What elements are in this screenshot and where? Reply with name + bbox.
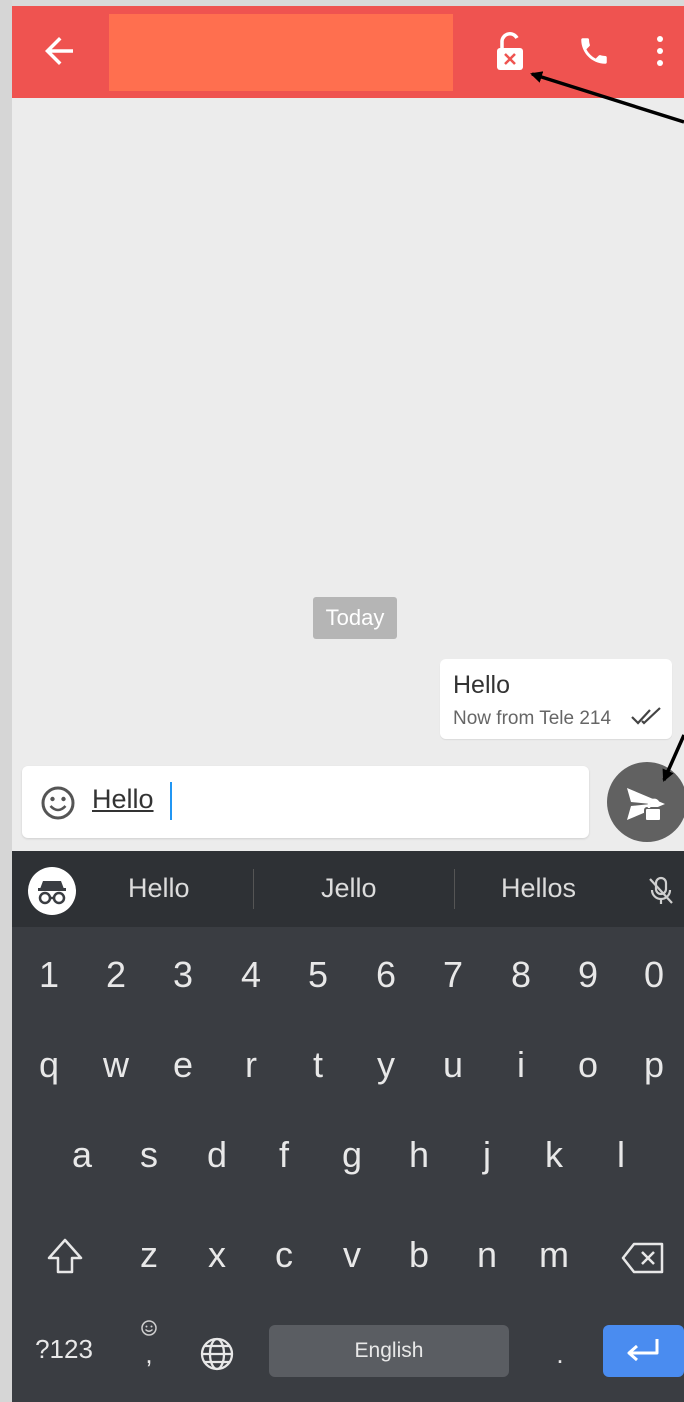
message-input[interactable]: Hello [92, 784, 154, 815]
key-4[interactable]: 4 [221, 954, 281, 996]
conversation-title-redacted [109, 14, 453, 91]
key-l[interactable]: l [591, 1134, 651, 1176]
key-o[interactable]: o [558, 1044, 618, 1086]
key-i[interactable]: i [491, 1044, 551, 1086]
enter-key[interactable] [603, 1325, 684, 1377]
key-period[interactable]: . [530, 1339, 590, 1370]
key-comma[interactable]: , [119, 1339, 179, 1370]
key-3[interactable]: 3 [153, 954, 213, 996]
globe-icon[interactable] [199, 1336, 235, 1372]
key-h[interactable]: h [389, 1134, 449, 1176]
key-g[interactable]: g [322, 1134, 382, 1176]
suggestion-divider [454, 869, 455, 909]
key-symbols[interactable]: ?123 [26, 1334, 102, 1365]
key-u[interactable]: u [423, 1044, 483, 1086]
suggestion-divider [253, 869, 254, 909]
key-r[interactable]: r [221, 1044, 281, 1086]
key-n[interactable]: n [457, 1234, 517, 1276]
suggestion-strip: Hello Jello Hellos [12, 851, 684, 927]
key-8[interactable]: 8 [491, 954, 551, 996]
key-j[interactable]: j [457, 1134, 517, 1176]
unlock-x-icon[interactable] [494, 30, 526, 72]
incognito-icon[interactable] [28, 867, 76, 915]
emoji-small-icon [141, 1320, 157, 1336]
backspace-icon[interactable] [620, 1241, 666, 1275]
key-a[interactable]: a [52, 1134, 112, 1176]
phone-screen: Today Hello Now from Tele 214 Hello Hell… [12, 6, 684, 1402]
key-x[interactable]: x [187, 1234, 247, 1276]
text-cursor [170, 782, 172, 820]
arrow-back-icon[interactable] [38, 30, 80, 72]
message-composer: Hello [22, 766, 589, 838]
message-meta: Now from Tele 214 [453, 708, 612, 729]
date-chip: Today [313, 597, 397, 639]
screenshot-left-border [0, 0, 12, 1402]
key-b[interactable]: b [389, 1234, 449, 1276]
key-y[interactable]: y [356, 1044, 416, 1086]
suggestion-item[interactable]: Hello [128, 873, 190, 904]
key-c[interactable]: c [254, 1234, 314, 1276]
key-k[interactable]: k [524, 1134, 584, 1176]
key-6[interactable]: 6 [356, 954, 416, 996]
key-5[interactable]: 5 [288, 954, 348, 996]
send-button[interactable] [607, 762, 684, 842]
key-9[interactable]: 9 [558, 954, 618, 996]
space-bar[interactable]: English [269, 1325, 509, 1377]
message-text: Hello [453, 671, 510, 699]
send-lock-icon [627, 788, 665, 822]
key-e[interactable]: e [153, 1044, 213, 1086]
key-p[interactable]: p [624, 1044, 684, 1086]
smiley-icon[interactable] [40, 785, 76, 821]
key-0[interactable]: 0 [624, 954, 684, 996]
key-d[interactable]: d [187, 1134, 247, 1176]
mic-off-icon[interactable] [646, 875, 676, 907]
key-q[interactable]: q [19, 1044, 79, 1086]
key-f[interactable]: f [254, 1134, 314, 1176]
key-m[interactable]: m [524, 1234, 584, 1276]
key-t[interactable]: t [288, 1044, 348, 1086]
key-1[interactable]: 1 [19, 954, 79, 996]
key-z[interactable]: z [119, 1234, 179, 1276]
suggestion-item[interactable]: Jello [321, 873, 377, 904]
soft-keyboard: Hello Jello Hellos 1 2 3 4 5 6 7 8 9 0 q… [12, 851, 684, 1402]
double-check-icon [631, 707, 661, 725]
key-w[interactable]: w [86, 1044, 146, 1086]
suggestion-item[interactable]: Hellos [501, 873, 576, 904]
phone-icon[interactable] [577, 34, 611, 68]
key-v[interactable]: v [322, 1234, 382, 1276]
message-bubble-outgoing[interactable]: Hello Now from Tele 214 [440, 659, 672, 739]
shift-icon[interactable] [45, 1236, 85, 1276]
key-s[interactable]: s [119, 1134, 179, 1176]
key-7[interactable]: 7 [423, 954, 483, 996]
app-bar [12, 6, 684, 98]
key-2[interactable]: 2 [86, 954, 146, 996]
more-vert-icon[interactable] [650, 34, 670, 68]
enter-arrow-icon [627, 1339, 659, 1362]
